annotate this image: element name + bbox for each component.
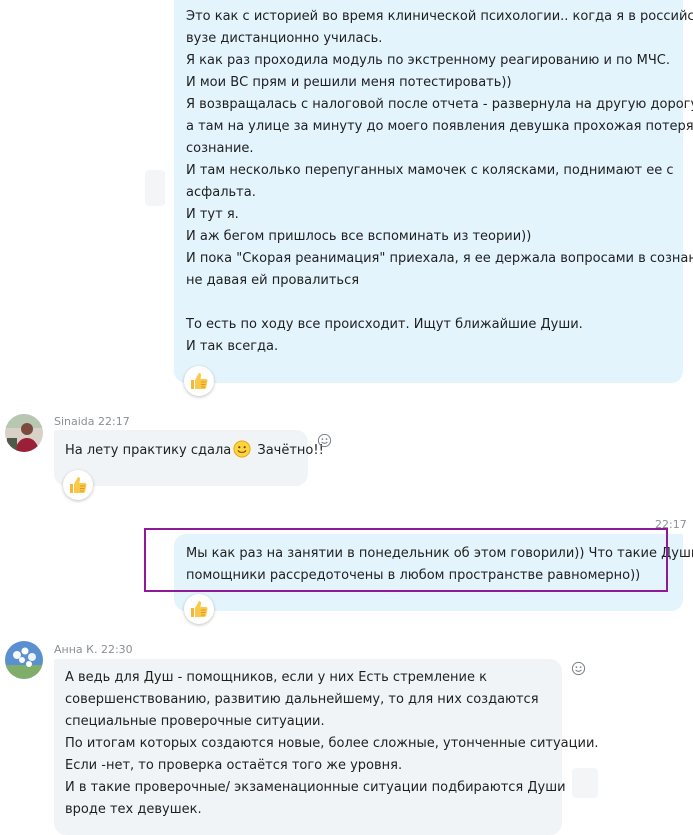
message-line: И так всегда. [186,339,279,354]
message-line: асфальта. [186,185,256,200]
thumbs-up-icon [191,601,208,617]
smiley-emoji-icon [233,440,251,458]
selection-highlight [144,528,668,592]
message-line: И пока "Скорая реанимация" приехала, я е… [186,251,693,266]
message-time: 22:17 [98,415,130,428]
add-reaction-button[interactable] [570,660,586,676]
message-line: совершенствованию, развитию дальнейшему,… [65,692,539,707]
message-line: И тут я. [186,207,239,222]
message-line: Я возвращалась с налоговой после отчета … [186,97,693,112]
message-line: Я как раз проходила модуль по экстренном… [186,53,670,68]
message-line: И аж бегом пришлось все вспоминать из те… [186,229,532,244]
message-line: И там несколько перепуганных мамочек с к… [186,163,674,178]
message-line: вроде тех девушек. [65,802,202,817]
message-bubble-incoming-sinaida[interactable]: На лету практику сдала Зачётно!! [54,430,324,486]
message-line: сознание. [186,141,254,156]
smiley-add-icon [317,433,331,447]
message-bubble-outgoing-1[interactable]: Это как с историей во время клинической … [174,0,693,383]
avatar-anna[interactable] [5,641,43,679]
message-line: А ведь для Душ - помощников, если у них … [65,670,487,685]
message-line: Это как с историей во время клинической … [186,9,693,24]
sender-name: Анна К. [54,643,98,656]
message-line: То есть по ходу все происходит. Ищут бли… [186,317,583,332]
sender-meta: Sinaida 22:17 [54,415,130,428]
message-text: На лету практику сдала Зачётно!! [65,440,324,462]
avatar-photo [5,641,43,679]
message-line: И в такие проверочные/ экзаменационные с… [65,780,566,795]
message-bubble-incoming-anna[interactable]: А ведь для Душ - помощников, если у них … [54,659,599,835]
message-line: вузе дистанционно училась. [186,31,383,46]
add-reaction-button[interactable] [316,432,332,448]
thumbs-up-icon [191,373,208,389]
message-line: Если -нет, то проверка остаётся того же … [65,758,403,773]
message-line: И мои ВС прям и решили меня потестироват… [186,75,512,90]
message-line: а там на улице за минуту до моего появле… [186,119,693,134]
message-line: специальные проверочные ситуации. [65,714,325,729]
reaction-thumbs-up[interactable] [184,594,214,624]
reaction-thumbs-up[interactable] [63,470,93,500]
avatar-photo [5,414,43,452]
sender-name: Sinaida [54,415,95,428]
hover-placeholder [572,768,598,798]
message-line: По итогам которых создаются новые, более… [65,736,599,751]
message-line: не давая ей провалиться [186,273,360,288]
reaction-thumbs-up[interactable] [184,366,214,396]
smiley-add-icon [571,661,585,675]
avatar-sinaida[interactable] [5,414,43,452]
message-time: 22:30 [100,643,133,656]
hover-placeholder [145,170,165,206]
thumbs-up-icon [70,477,87,493]
sender-meta: Анна К. 22:30 [54,643,133,656]
